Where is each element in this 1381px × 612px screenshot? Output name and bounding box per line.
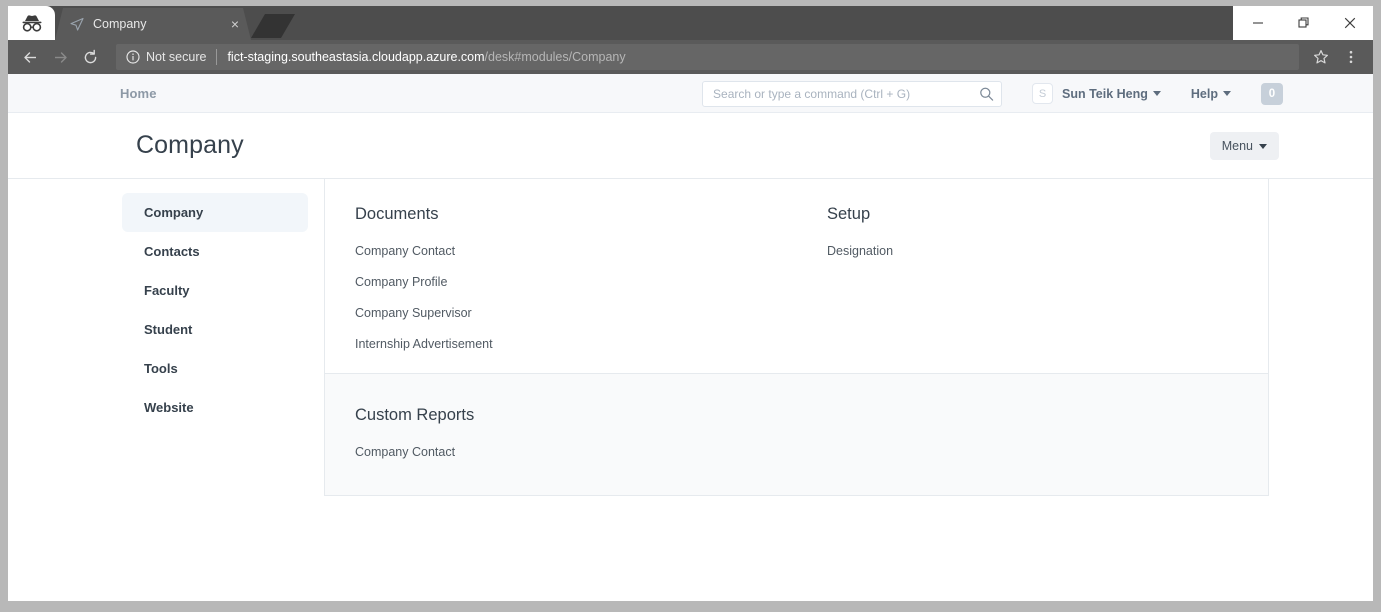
chevron-down-icon (1223, 91, 1231, 96)
module-link[interactable]: Internship Advertisement (355, 337, 827, 351)
section-heading: Documents (355, 205, 439, 223)
module-link[interactable]: Designation (827, 244, 1299, 258)
sidebar-item-contacts[interactable]: Contacts (122, 232, 308, 271)
page-title: Company (136, 131, 244, 159)
card-section: Custom Reports Company Contact (325, 373, 1268, 495)
page-viewport: Home S Sun Teik Heng (8, 74, 1373, 601)
sidebar-item-tools[interactable]: Tools (122, 349, 308, 388)
tab-strip-empty-area (295, 6, 1233, 40)
card-column: Custom Reports Company Contact (355, 406, 827, 459)
star-icon[interactable] (1307, 43, 1335, 71)
close-icon[interactable] (1327, 6, 1373, 40)
awesomebar (702, 80, 1003, 107)
back-arrow-icon[interactable] (16, 43, 44, 71)
security-status[interactable]: Not secure (126, 50, 206, 64)
paper-plane-icon (69, 16, 85, 32)
page-body: Company Contacts Faculty Student Tools Websit… (8, 179, 1373, 496)
browser-window: Company × Not secure fict-staging.southe… (8, 6, 1373, 601)
module-link[interactable]: Company Profile (355, 275, 827, 289)
restore-icon[interactable] (1281, 6, 1327, 40)
module-card: Documents Company Contact Company Profile C… (324, 179, 1269, 496)
sidebar-item-company[interactable]: Company (122, 193, 308, 232)
navbar-right-group: S Sun Teik Heng Help 0 (702, 74, 1283, 113)
sidebar-item-label: Website (144, 400, 194, 415)
browser-tab[interactable]: Company × (55, 8, 251, 40)
info-circle-icon (126, 50, 140, 64)
user-menu-dropdown[interactable]: Sun Teik Heng (1062, 87, 1161, 101)
section-heading: Setup (827, 205, 871, 223)
sidebar-item-faculty[interactable]: Faculty (122, 271, 308, 310)
sidebar-item-label: Company (144, 205, 204, 220)
search-icon[interactable] (979, 86, 994, 101)
browser-toolbar: Not secure fict-staging.southeastasia.cl… (8, 40, 1373, 74)
navbar-home-link[interactable]: Home (120, 86, 157, 101)
omnibox-divider (216, 49, 218, 65)
card-column: Setup Designation (827, 205, 1299, 351)
notification-badge[interactable]: 0 (1261, 82, 1283, 105)
menu-button[interactable]: Menu (1209, 132, 1279, 160)
incognito-indicator (8, 6, 55, 40)
card-section: Documents Company Contact Company Profile C… (325, 179, 1268, 373)
card-column: Documents Company Contact Company Profile C… (355, 205, 827, 351)
url-path: /desk#modules/Company (484, 50, 626, 64)
help-menu-label: Help (1190, 86, 1218, 101)
avatar-initial: S (1038, 87, 1047, 100)
module-link[interactable]: Company Contact (355, 445, 827, 459)
notification-count: 0 (1268, 87, 1276, 100)
url-text: fict-staging.southeastasia.cloudapp.azur… (227, 50, 625, 64)
sidebar-item-label: Faculty (144, 283, 190, 298)
new-tab-button[interactable] (251, 14, 295, 38)
minimize-icon[interactable] (1235, 6, 1281, 40)
close-icon[interactable]: × (227, 16, 243, 32)
avatar[interactable]: S (1032, 83, 1054, 104)
three-dot-menu-icon[interactable] (1337, 43, 1365, 71)
user-menu-label: Sun Teik Heng (1062, 86, 1148, 101)
sidebar-item-website[interactable]: Website (122, 388, 308, 427)
browser-tab-title: Company (93, 17, 147, 31)
chevron-down-icon (1259, 143, 1267, 149)
forward-arrow-icon (46, 43, 74, 71)
sidebar-item-student[interactable]: Student (122, 310, 308, 349)
chevron-down-icon (1152, 91, 1161, 96)
search-input[interactable] (702, 80, 1003, 107)
sidebar-item-label: Student (144, 322, 193, 337)
menu-button-label: Menu (1221, 139, 1253, 153)
page-header: Company Menu (8, 113, 1373, 179)
reload-icon[interactable] (76, 43, 104, 71)
sidebar: Company Contacts Faculty Student Tools Websit… (8, 179, 324, 496)
address-bar[interactable]: Not secure fict-staging.southeastasia.cl… (116, 44, 1299, 70)
module-link[interactable]: Company Supervisor (355, 306, 827, 320)
incognito-icon (22, 15, 41, 32)
url-domain: fict-staging.southeastasia.cloudapp.azur… (227, 50, 485, 64)
section-heading: Custom Reports (355, 406, 475, 424)
window-controls (1233, 6, 1373, 40)
browser-tab-strip: Company × (8, 6, 1373, 40)
app-navbar: Home S Sun Teik Heng (8, 74, 1373, 113)
sidebar-item-label: Tools (144, 361, 178, 376)
help-menu-dropdown[interactable]: Help (1191, 87, 1231, 101)
module-link[interactable]: Company Contact (355, 244, 827, 258)
security-status-label: Not secure (146, 50, 207, 64)
sidebar-item-label: Contacts (144, 244, 200, 259)
